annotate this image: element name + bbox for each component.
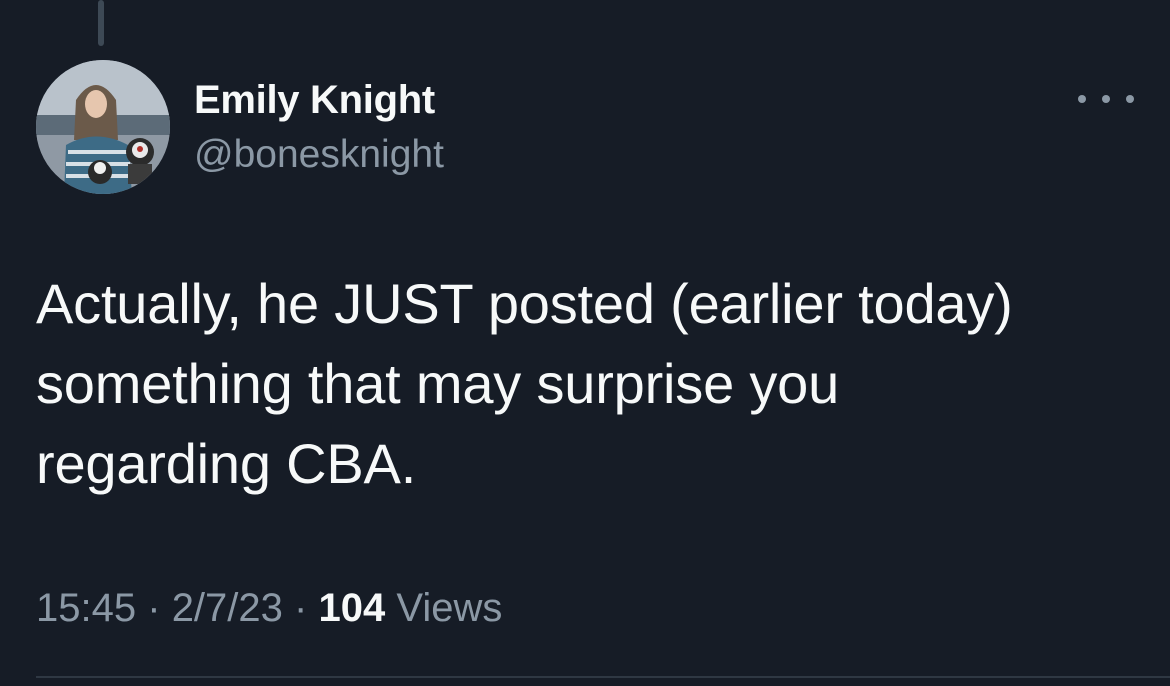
more-horizontal-icon xyxy=(1078,95,1086,103)
avatar[interactable] xyxy=(36,60,170,194)
more-options-button[interactable] xyxy=(1078,84,1134,114)
author-handle[interactable]: @bonesknight xyxy=(194,133,444,177)
more-horizontal-icon-dot xyxy=(1102,95,1110,103)
tweet-date[interactable]: 2/7/23 xyxy=(172,586,283,630)
tweet-detail: Emily Knight @bonesknight Actually, he J… xyxy=(0,0,1170,686)
meta-separator: · xyxy=(294,586,308,630)
tweet-metadata: 15:45 · 2/7/23 · 104 Views xyxy=(36,586,502,631)
author-display-name[interactable]: Emily Knight xyxy=(194,78,435,123)
thread-connector-line xyxy=(98,0,104,46)
meta-separator: · xyxy=(147,586,161,630)
tweet-time[interactable]: 15:45 xyxy=(36,586,136,630)
avatar-image xyxy=(36,60,170,194)
more-horizontal-icon-dot xyxy=(1126,95,1134,103)
views-count[interactable]: 104 xyxy=(318,586,385,630)
views-label[interactable]: Views xyxy=(396,586,502,630)
divider xyxy=(36,676,1170,678)
tweet-text: Actually, he JUST posted (earlier today)… xyxy=(36,272,1013,495)
